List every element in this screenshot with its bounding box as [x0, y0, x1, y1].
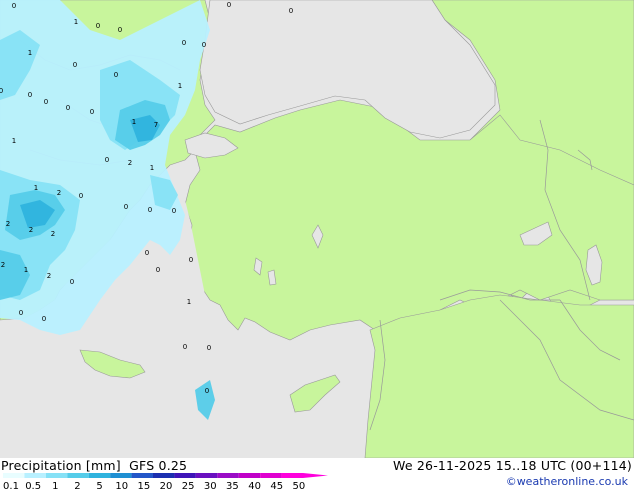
scale-tick-label: 0.1	[3, 481, 19, 490]
model-name: GFS 0.25	[129, 458, 188, 473]
scale-tick-label: 45	[270, 481, 283, 490]
value-label: 0	[105, 156, 109, 164]
value-label: 1	[178, 82, 182, 90]
value-label: 0	[124, 203, 128, 211]
value-label: 0	[44, 98, 48, 106]
scale-tick-label: 30	[204, 481, 217, 490]
scale-swatch	[281, 473, 303, 478]
precipitation-map: 0 1 0 0 0 0 0 0 1 0 0 0 0 1 0 1 0 0 1 7 …	[0, 0, 634, 458]
scale-swatch	[67, 473, 89, 478]
value-label: 0	[28, 91, 32, 99]
value-label: 2	[6, 220, 10, 228]
value-label: 2	[47, 272, 51, 280]
scale-swatch	[153, 473, 175, 478]
value-label: 0	[114, 71, 118, 79]
scale-tick-label: 0.5	[25, 481, 41, 490]
scale-swatch	[88, 473, 111, 478]
value-label: 2	[1, 261, 5, 269]
land-levant	[364, 294, 634, 458]
scale-swatch	[238, 473, 261, 478]
value-label: 0	[202, 41, 206, 49]
value-label: 1	[150, 164, 154, 172]
value-label: 0	[289, 7, 293, 15]
value-label: 1	[24, 266, 28, 274]
value-label: 1	[187, 298, 191, 306]
precipitation-scale: 0.1 0.5 1 2 5 10 15 20 25 30 35 40 45 50	[3, 473, 328, 490]
scale-tick-label: 40	[248, 481, 261, 490]
scale-tick-label: 2	[74, 481, 80, 490]
value-label: 0	[70, 278, 74, 286]
value-label: 2	[128, 159, 132, 167]
value-label: 1	[132, 118, 136, 126]
value-label: 1	[28, 49, 32, 57]
value-label: 0	[189, 256, 193, 264]
scale-swatch	[195, 473, 218, 478]
scale-arrow	[303, 473, 328, 478]
value-label: 0	[19, 309, 23, 317]
valid-time: We 26-11-2025 15..18 UTC (00+114)	[393, 458, 632, 473]
scale-swatch	[24, 473, 46, 478]
value-label: 0	[172, 207, 176, 215]
map-title: Precipitation [mm] GFS 0.25	[1, 458, 187, 473]
scale-swatch	[217, 473, 239, 478]
legend-footer: Precipitation [mm] GFS 0.25 We 26-11-202…	[0, 458, 634, 490]
copyright: ©weatheronline.co.uk	[505, 475, 628, 488]
value-label: 0	[42, 315, 46, 323]
value-label: 0	[227, 1, 231, 9]
scale-swatch	[131, 473, 153, 478]
scale-swatch	[174, 473, 196, 478]
value-label: 0	[73, 61, 77, 69]
value-label: 0	[145, 249, 149, 257]
scale-swatch	[45, 473, 68, 478]
value-label: 1	[34, 184, 38, 192]
value-label: 0	[182, 39, 186, 47]
scale-tick-label: 10	[115, 481, 128, 490]
value-label: 0	[12, 2, 16, 10]
scale-swatch	[110, 473, 132, 478]
value-label: 0	[66, 104, 70, 112]
value-label: 2	[29, 226, 33, 234]
scale-tick-label: 35	[226, 481, 239, 490]
scale-tick-label: 5	[96, 481, 102, 490]
product-name: Precipitation [mm]	[1, 458, 121, 473]
value-label: 0	[148, 206, 152, 214]
scale-tick-label: 15	[137, 481, 150, 490]
scale-swatches	[3, 473, 328, 478]
value-label: 2	[57, 189, 61, 197]
value-label: 0	[205, 387, 209, 395]
value-label: 0	[118, 26, 122, 34]
scale-tick-label: 20	[160, 481, 173, 490]
value-label: 0	[207, 344, 211, 352]
scale-swatch	[3, 473, 25, 478]
scale-tick-label: 1	[52, 481, 58, 490]
value-label: 0	[0, 87, 3, 95]
value-label: 1	[12, 137, 16, 145]
value-label: 0	[90, 108, 94, 116]
value-label: 0	[79, 192, 83, 200]
scale-tick-label: 50	[292, 481, 305, 490]
value-label: 0	[96, 22, 100, 30]
value-label: 2	[51, 230, 55, 238]
value-label: 1	[74, 18, 78, 26]
scale-swatch	[260, 473, 282, 478]
value-label: 7	[154, 121, 158, 129]
value-label: 0	[156, 266, 160, 274]
scale-tick-label: 25	[182, 481, 195, 490]
value-label: 0	[183, 343, 187, 351]
scale-ticks: 0.1 0.5 1 2 5 10 15 20 25 30 35 40 45 50	[3, 481, 305, 490]
